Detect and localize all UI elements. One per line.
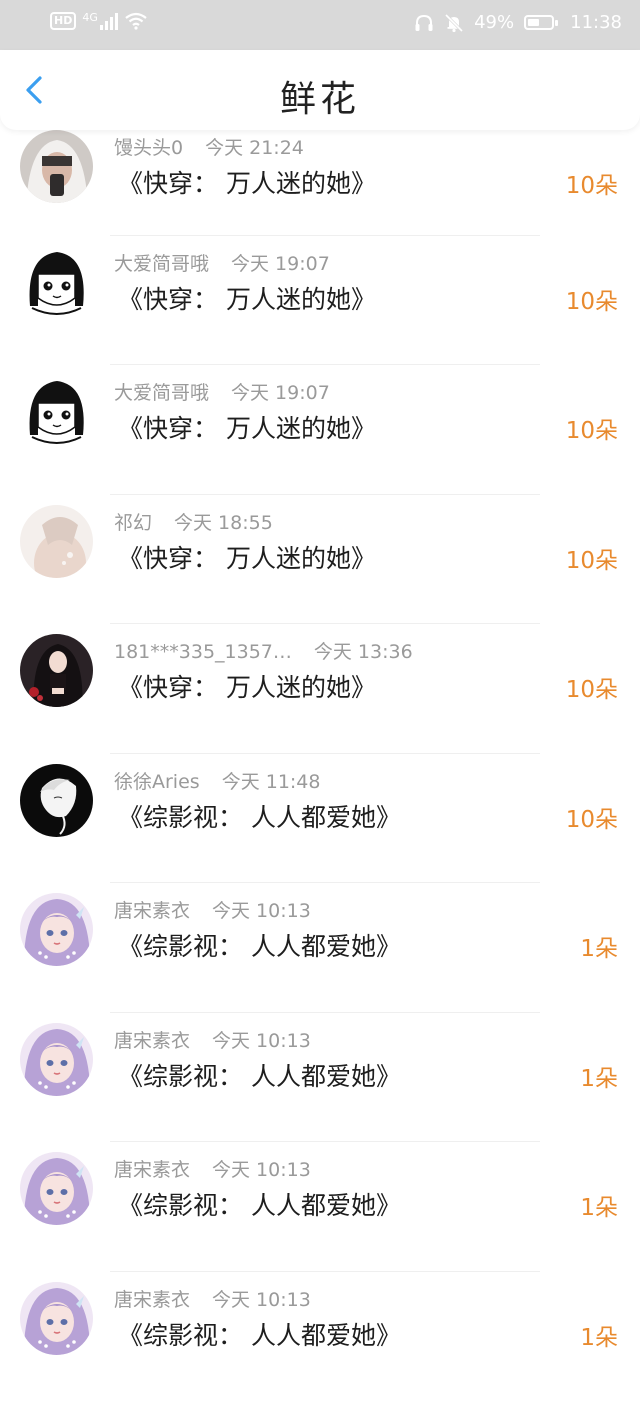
gift-meta: 唐宋素衣今天 10:13 bbox=[114, 1155, 311, 1182]
flower-count: 10朵 bbox=[566, 166, 618, 200]
timestamp: 今天 13:36 bbox=[314, 641, 413, 663]
battery-percent: 49% bbox=[474, 12, 514, 33]
wifi-icon bbox=[124, 12, 148, 30]
status-bar: HD 4G 49% 11:38 bbox=[0, 0, 640, 50]
username[interactable]: 唐宋素衣 bbox=[114, 1289, 190, 1311]
book-title[interactable]: 《快穿： 万人迷的她》 bbox=[118, 409, 376, 445]
purple-hair-girl-avatar[interactable] bbox=[20, 1023, 93, 1096]
flower-count: 1朵 bbox=[580, 1188, 618, 1222]
manga-girl-avatar[interactable] bbox=[20, 246, 93, 319]
gift-meta: 祁幻今天 18:55 bbox=[114, 508, 273, 535]
gift-row[interactable]: 唐宋素衣今天 10:13 《综影视： 人人都爱她》 1朵 bbox=[0, 1013, 640, 1143]
headphones-icon bbox=[414, 14, 434, 32]
mute-bell-icon bbox=[444, 13, 464, 33]
book-title[interactable]: 《快穿： 万人迷的她》 bbox=[118, 164, 376, 200]
gift-row[interactable]: 大爱简哥哦今天 19:07 《快穿： 万人迷的她》 10朵 bbox=[0, 236, 640, 366]
username[interactable]: 祁幻 bbox=[114, 512, 152, 534]
book-title[interactable]: 《快穿： 万人迷的她》 bbox=[118, 539, 376, 575]
username[interactable]: 大爱简哥哦 bbox=[114, 382, 209, 404]
book-title[interactable]: 《综影视： 人人都爱她》 bbox=[118, 1186, 401, 1222]
timestamp: 今天 18:55 bbox=[174, 512, 273, 534]
gift-row[interactable]: 大爱简哥哦今天 19:07 《快穿： 万人迷的她》 10朵 bbox=[0, 365, 640, 495]
hd-indicator: HD bbox=[50, 12, 76, 30]
timestamp: 今天 11:48 bbox=[222, 771, 321, 793]
timestamp: 今天 10:13 bbox=[212, 1030, 311, 1052]
book-title[interactable]: 《综影视： 人人都爱她》 bbox=[118, 927, 401, 963]
book-title[interactable]: 《综影视： 人人都爱她》 bbox=[118, 1057, 401, 1093]
gift-meta: 馒头头0 今天 21:24 bbox=[114, 133, 304, 160]
gift-row[interactable]: 唐宋素衣今天 10:13 《综影视： 人人都爱她》 1朵 bbox=[0, 1272, 640, 1401]
flower-count: 10朵 bbox=[566, 282, 618, 316]
username[interactable]: 唐宋素衣 bbox=[114, 1030, 190, 1052]
book-title[interactable]: 《综影视： 人人都爱她》 bbox=[118, 798, 401, 834]
gift-meta: 大爱简哥哦今天 19:07 bbox=[114, 378, 330, 405]
username[interactable]: 徐徐Aries bbox=[114, 771, 200, 793]
back-portrait-avatar[interactable] bbox=[20, 505, 93, 578]
gift-row[interactable]: 181***335_1357… 今天 13:36 《快穿： 万人迷的她》 10朵 bbox=[0, 624, 640, 754]
network-type: 4G bbox=[82, 11, 98, 24]
username[interactable]: 唐宋素衣 bbox=[114, 1159, 190, 1181]
gift-row[interactable]: 唐宋素衣今天 10:13 《综影视： 人人都爱她》 1朵 bbox=[0, 883, 640, 1013]
flower-count: 10朵 bbox=[566, 670, 618, 704]
purple-hair-girl-avatar[interactable] bbox=[20, 893, 93, 966]
username[interactable]: 馒头头0 bbox=[114, 137, 183, 159]
gift-meta: 唐宋素衣今天 10:13 bbox=[114, 1026, 311, 1053]
girl-white-hood-avatar[interactable] bbox=[20, 130, 93, 203]
nav-header: 鲜花 bbox=[0, 50, 640, 130]
timestamp: 今天 10:13 bbox=[212, 1159, 311, 1181]
gift-meta: 唐宋素衣今天 10:13 bbox=[114, 1285, 311, 1312]
gift-meta: 181***335_1357… 今天 13:36 bbox=[114, 637, 413, 664]
username[interactable]: 大爱简哥哦 bbox=[114, 253, 209, 275]
signal-icon bbox=[100, 12, 118, 30]
gift-row[interactable]: 祁幻今天 18:55 《快穿： 万人迷的她》 10朵 bbox=[0, 495, 640, 625]
gift-meta: 唐宋素衣今天 10:13 bbox=[114, 896, 311, 923]
timestamp: 今天 21:24 bbox=[205, 137, 304, 159]
flower-count: 10朵 bbox=[566, 411, 618, 445]
flower-count: 1朵 bbox=[580, 1318, 618, 1352]
book-title[interactable]: 《综影视： 人人都爱她》 bbox=[118, 1316, 401, 1352]
gift-row[interactable]: 徐徐Aries 今天 11:48 《综影视： 人人都爱她》 10朵 bbox=[0, 754, 640, 884]
purple-hair-girl-avatar[interactable] bbox=[20, 1282, 93, 1355]
timestamp: 今天 10:13 bbox=[212, 900, 311, 922]
gift-list: 馒头头0今天 21:24《快穿： 万人迷的她》10朵大爱简哥哦今天 19:07《… bbox=[0, 130, 640, 1401]
gift-meta: 徐徐Aries 今天 11:48 bbox=[114, 767, 320, 794]
flower-count: 10朵 bbox=[566, 541, 618, 575]
flower-count: 1朵 bbox=[580, 1059, 618, 1093]
username[interactable]: 唐宋素衣 bbox=[114, 900, 190, 922]
book-title[interactable]: 《快穿： 万人迷的她》 bbox=[118, 280, 376, 316]
gift-row[interactable]: 唐宋素衣今天 10:13 《综影视： 人人都爱她》 1朵 bbox=[0, 1142, 640, 1272]
flower-count: 1朵 bbox=[580, 929, 618, 963]
book-title[interactable]: 《快穿： 万人迷的她》 bbox=[118, 668, 376, 704]
timestamp: 今天 10:13 bbox=[212, 1289, 311, 1311]
purple-hair-girl-avatar[interactable] bbox=[20, 1152, 93, 1225]
timestamp: 今天 19:07 bbox=[231, 253, 330, 275]
username[interactable]: 181***335_1357… bbox=[114, 641, 292, 663]
sketch-boy-avatar[interactable] bbox=[20, 764, 93, 837]
page-title: 鲜花 bbox=[0, 70, 640, 122]
manga-girl-avatar[interactable] bbox=[20, 375, 93, 448]
gift-meta: 大爱简哥哦今天 19:07 bbox=[114, 249, 330, 276]
clock: 11:38 bbox=[570, 12, 622, 33]
battery-icon bbox=[524, 15, 554, 30]
flower-count: 10朵 bbox=[566, 800, 618, 834]
gift-row[interactable]: 馒头头0 今天 21:24 《快穿： 万人迷的她》 10朵 bbox=[0, 130, 640, 236]
dark-anime-girl-avatar[interactable] bbox=[20, 634, 93, 707]
battery-fill bbox=[528, 19, 539, 26]
timestamp: 今天 19:07 bbox=[231, 382, 330, 404]
